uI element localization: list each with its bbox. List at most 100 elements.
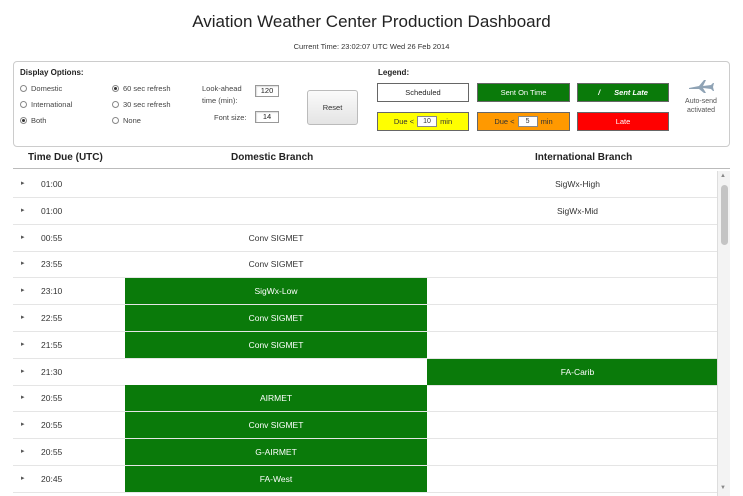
radio-domestic-circle[interactable] [20,85,27,92]
radio-60-sec-circle[interactable] [112,85,119,92]
radio-no-refresh-circle[interactable] [112,117,119,124]
expand-arrow-icon[interactable]: ▸ [21,233,25,241]
radio-60-sec-refresh[interactable]: 60 sec refresh [112,84,171,93]
domestic-product-cell [125,359,427,385]
international-product-cell [427,225,728,251]
legend-due-orange: Due < 5 min [477,112,570,131]
expand-arrow-icon[interactable]: ▸ [21,340,25,348]
expand-arrow-icon[interactable]: ▸ [21,393,25,401]
row-time-due: 01:00 [41,179,63,189]
row-time-due: 00:55 [41,232,63,243]
expand-arrow-icon[interactable]: ▸ [21,447,25,455]
due-orange-suffix: min [540,117,553,126]
radio-both-circle[interactable] [20,117,27,124]
table-row[interactable]: ▸ 22:55 Conv SIGMET [13,305,728,332]
expand-arrow-icon[interactable]: ▸ [21,179,25,187]
row-time-due: 21:55 [41,339,63,350]
international-product-cell [427,278,728,304]
expand-arrow-icon[interactable]: ▸ [21,259,25,267]
expand-arrow-icon[interactable]: ▸ [21,367,25,375]
international-product-cell [427,332,728,358]
radio-both[interactable]: Both [20,116,46,125]
row-time-due: 23:10 [41,286,63,297]
due-yellow-input[interactable]: 10 [417,116,438,127]
domestic-product-cell[interactable]: Conv SIGMET [125,305,427,331]
reset-button[interactable]: Reset [307,90,358,125]
scroll-up-icon[interactable]: ▲ [720,173,726,179]
table-row[interactable]: ▸ 01:00 SigWx-Mid [13,198,728,225]
expand-arrow-icon[interactable]: ▸ [21,286,25,294]
international-product-cell [427,439,728,465]
domestic-product-cell[interactable]: AIRMET [125,385,427,412]
legend-heading: Legend: [378,68,410,77]
lookahead-label-2: time (min): [202,96,238,105]
table-row[interactable]: ▸ 20:55 G-AIRMET [13,439,728,466]
scroll-down-icon[interactable]: ▼ [720,485,726,491]
international-product-cell[interactable]: SigWx-Mid [427,198,728,224]
current-time: Current Time: 23:02:07 UTC Wed 26 Feb 20… [293,42,450,51]
domestic-product-cell[interactable]: Conv SIGMET [125,412,427,439]
legend-scheduled: Scheduled [377,83,469,102]
expand-arrow-icon[interactable]: ▸ [21,474,25,482]
sent-late-label: Sent Late [614,88,648,97]
table-header: Time Due (UTC) Domestic Branch Internati… [13,147,730,169]
row-time-due: 22:55 [41,313,63,323]
domestic-product-cell[interactable]: G-AIRMET [125,439,427,465]
row-time-due: 21:30 [41,366,63,377]
products-table: ▸ 01:00 SigWx-High ▸ 01:00 SigWx-Mid ▸ 00:55 Con… [13,171,730,496]
table-row[interactable]: ▸ 20:55 AIRMET [13,385,728,413]
domestic-product-cell[interactable]: Conv SIGMET [125,225,427,251]
table-row[interactable]: ▸ 01:00 SigWx-High [13,171,728,198]
radio-60-sec-label: 60 sec refresh [123,84,171,93]
international-product-cell[interactable]: SigWx-High [427,171,728,197]
domestic-product-cell[interactable]: SigWx-Low [125,278,427,305]
radio-international-circle[interactable] [20,101,27,108]
options-panel: Display Options: Domestic International … [13,61,730,147]
row-time-due: 20:55 [41,393,63,404]
display-options-heading: Display Options: [20,68,84,77]
row-time-due: 20:55 [41,420,63,431]
due-yellow-prefix: Due < [393,117,415,126]
international-product-cell [427,305,728,331]
table-row[interactable]: ▸ 23:55 Conv SIGMET [13,251,728,279]
lookahead-input[interactable]: 120 [255,85,279,97]
scrollbar-thumb[interactable] [721,185,728,245]
domestic-product-cell[interactable]: Conv SIGMET [125,251,427,277]
table-row[interactable]: ▸ 00:55 Conv SIGMET [13,225,728,252]
table-row[interactable]: ▸ 23:10 SigWx-Low [13,278,728,306]
table-row[interactable]: ▸ 21:55 Conv SIGMET [13,331,728,359]
radio-domestic-label: Domestic [31,84,63,93]
font-size-label: Font size: [214,113,247,122]
table-row[interactable]: ▸ 20:55 Conv SIGMET [13,412,728,440]
expand-arrow-icon[interactable]: ▸ [21,420,25,428]
table-row[interactable]: ▸ 20:45 FA-West [13,465,728,493]
due-orange-input[interactable]: 5 [517,116,538,127]
legend-due-yellow: Due < 10 min [377,112,469,131]
radio-no-refresh[interactable]: None [112,116,141,125]
page-title: Aviation Weather Center Production Dashb… [192,12,551,31]
radio-30-sec-refresh[interactable]: 30 sec refresh [112,100,171,109]
font-size-input[interactable]: 14 [255,111,279,123]
airplane-icon [689,80,714,93]
row-time-due: 23:55 [41,259,63,270]
international-product-cell [427,466,728,492]
domestic-product-cell[interactable]: Conv SIGMET [125,331,427,358]
radio-30-sec-label: 30 sec refresh [123,100,171,109]
due-yellow-suffix: min [440,117,453,126]
domestic-product-cell[interactable]: FA-West [125,465,427,492]
radio-international[interactable]: International [20,100,72,109]
table-row[interactable]: ▸ 21:30 FA-Carib [13,358,728,386]
radio-30-sec-circle[interactable] [112,101,119,108]
international-product-cell[interactable]: FA-Carib [427,358,728,385]
auto-send-status[interactable]: Auto-send activated [677,78,725,115]
expand-arrow-icon[interactable]: ▸ [21,206,25,214]
domestic-product-cell [125,198,427,224]
radio-domestic[interactable]: Domestic [20,84,62,93]
legend-sent-late: / Sent Late [577,83,669,102]
international-product-cell [427,385,728,411]
scrollbar[interactable]: ▲ ▼ [717,171,730,496]
expand-arrow-icon[interactable]: ▸ [21,313,25,321]
radio-international-label: International [31,100,73,109]
international-product-cell [427,412,728,438]
radio-no-refresh-label: None [123,116,141,125]
